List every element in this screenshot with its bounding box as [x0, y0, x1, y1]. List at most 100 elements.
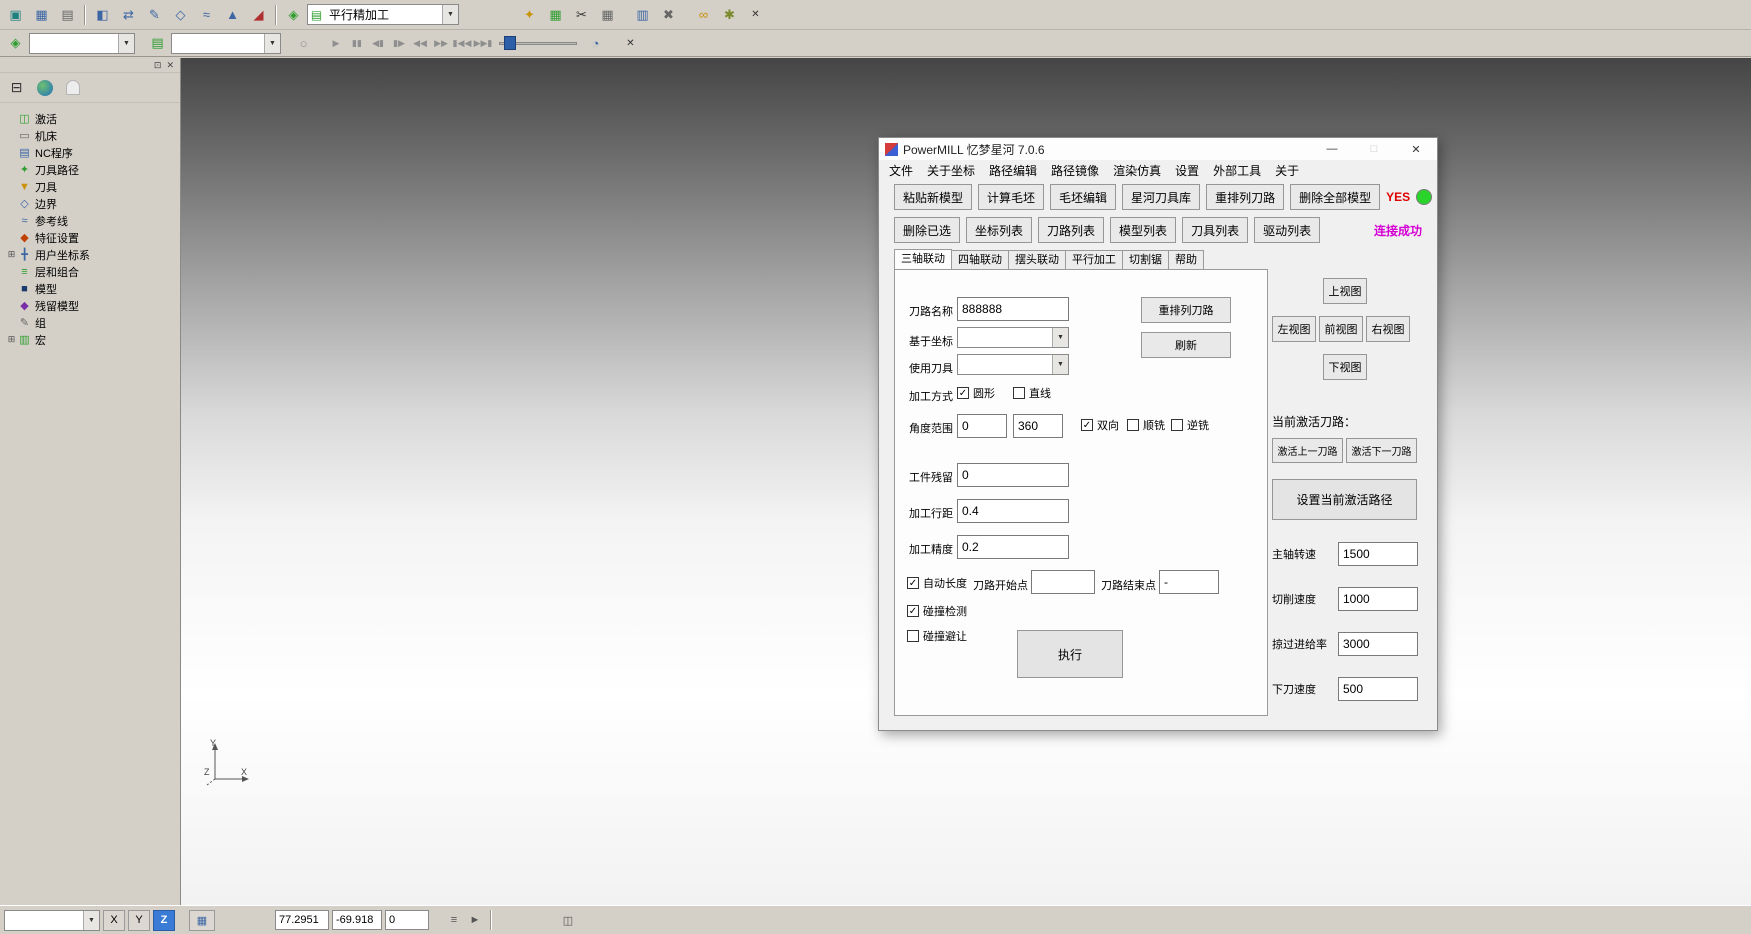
- set-active-path-button[interactable]: 设置当前激活路径: [1272, 479, 1417, 520]
- tab-tilt-head[interactable]: 摆头联动: [1008, 250, 1066, 269]
- close-panel-icon[interactable]: ✕: [166, 61, 174, 70]
- auto-length-checkbox[interactable]: [907, 577, 919, 589]
- delete-all-models-button[interactable]: 删除全部模型: [1290, 184, 1380, 210]
- spindle-speed-input[interactable]: [1338, 542, 1418, 566]
- toolpath-combobox[interactable]: ▼: [29, 33, 135, 54]
- chevron-down-icon[interactable]: ▼: [83, 911, 99, 930]
- refresh-button[interactable]: 刷新: [1141, 332, 1231, 358]
- menu-about-coords[interactable]: 关于坐标: [920, 162, 982, 179]
- toolpath-name-input[interactable]: [957, 297, 1069, 321]
- stock-edit-button[interactable]: 毛坯编辑: [1050, 184, 1116, 210]
- end-point-input[interactable]: [1159, 570, 1219, 594]
- menu-file[interactable]: 文件: [882, 162, 920, 179]
- cube-icon[interactable]: ◧: [90, 3, 115, 26]
- delete-selected-button[interactable]: 删除已选: [894, 217, 960, 243]
- simulation-speed-slider[interactable]: [499, 35, 577, 51]
- go-end-icon[interactable]: ▶▶▮: [473, 32, 493, 55]
- angle-start-input[interactable]: [957, 414, 1007, 438]
- tree-item-nc-program[interactable]: ▤NC程序: [2, 144, 178, 161]
- menu-settings[interactable]: 设置: [1168, 162, 1206, 179]
- activate-next-toolpath-button[interactable]: 激活下一刀路: [1346, 438, 1417, 463]
- tab-saw[interactable]: 切割锯: [1122, 250, 1169, 269]
- tree-item-model[interactable]: ■模型: [2, 280, 178, 297]
- tool-library-button[interactable]: 星河刀具库: [1122, 184, 1200, 210]
- polygon-icon[interactable]: ◇: [168, 3, 193, 26]
- lightbulb-icon[interactable]: ○: [291, 32, 316, 55]
- tree-item-feature-set[interactable]: ◆特征设置: [2, 229, 178, 246]
- chevron-down-icon[interactable]: ▼: [442, 5, 458, 24]
- strategy-diamond-icon[interactable]: ◈: [281, 3, 306, 26]
- model-list-button[interactable]: 模型列表: [1110, 217, 1176, 243]
- clock-icon[interactable]: ◔: [583, 32, 608, 55]
- save-icon[interactable]: ▦: [29, 3, 54, 26]
- bidirectional-checkbox[interactable]: [1081, 419, 1093, 431]
- chevron-down-icon[interactable]: ▼: [1052, 328, 1068, 347]
- coordinate-x-field[interactable]: [275, 910, 329, 930]
- pause-icon[interactable]: ▮▮: [347, 32, 367, 55]
- dialog-titlebar[interactable]: PowerMILL 忆梦星河 7.0.6 — □ ✕: [879, 138, 1437, 160]
- toolpath-diamond-icon[interactable]: ◈: [3, 32, 28, 55]
- skim-feed-input[interactable]: [1338, 632, 1418, 656]
- execute-button[interactable]: 执行: [1017, 630, 1123, 678]
- top-view-button[interactable]: 上视图: [1323, 278, 1367, 304]
- toolbar-close-icon[interactable]: ✕: [618, 32, 643, 55]
- step-back-icon[interactable]: ◀▮: [368, 32, 388, 55]
- grid-snap-icon[interactable]: ▦: [189, 910, 215, 931]
- close-button[interactable]: ✕: [1395, 138, 1437, 160]
- tree-item-activate[interactable]: ◫激活: [2, 110, 178, 127]
- tree-item-machine[interactable]: ▭机床: [2, 127, 178, 144]
- coordinate-y-field[interactable]: [332, 910, 382, 930]
- play-icon[interactable]: ▶: [326, 32, 346, 55]
- cutting-speed-input[interactable]: [1338, 587, 1418, 611]
- toolpath-list-button[interactable]: 刀路列表: [1038, 217, 1104, 243]
- circle-checkbox[interactable]: [957, 387, 969, 399]
- tab-4axis[interactable]: 四轴联动: [951, 250, 1009, 269]
- line-checkbox[interactable]: [1013, 387, 1025, 399]
- tree-item-workplane[interactable]: ⊞╋用户坐标系: [2, 246, 178, 263]
- start-point-input[interactable]: [1031, 570, 1095, 594]
- strategy-combobox[interactable]: ▤ 平行精加工 ▼: [307, 4, 459, 25]
- transform-icon[interactable]: ⇄: [116, 3, 141, 26]
- plunge-speed-input[interactable]: [1338, 677, 1418, 701]
- tool-list-button[interactable]: 刀具列表: [1182, 217, 1248, 243]
- pages-icon[interactable]: ◫: [559, 911, 577, 929]
- climb-checkbox[interactable]: [1127, 419, 1139, 431]
- coord-list-button[interactable]: 坐标列表: [966, 217, 1032, 243]
- menu-render-sim[interactable]: 渲染仿真: [1106, 162, 1168, 179]
- printer-icon[interactable]: ▤: [55, 3, 80, 26]
- fast-forward-icon[interactable]: ▶▶: [431, 32, 451, 55]
- calculator-icon[interactable]: ▦: [595, 3, 620, 26]
- chart-icon[interactable]: ▦: [543, 3, 568, 26]
- menu-about[interactable]: 关于: [1268, 162, 1306, 179]
- tree-item-group[interactable]: ✎组: [2, 314, 178, 331]
- list-icon[interactable]: ≡: [445, 911, 463, 929]
- tree-item-macro[interactable]: ⊞▥宏: [2, 331, 178, 348]
- menu-path-mirror[interactable]: 路径镜像: [1044, 162, 1106, 179]
- left-view-button[interactable]: 左视图: [1272, 316, 1316, 342]
- statusbar-combobox[interactable]: ▼: [4, 910, 100, 931]
- paste-new-model-button[interactable]: 粘贴新模型: [894, 184, 972, 210]
- axis-y-button[interactable]: Y: [128, 910, 150, 931]
- columns-icon[interactable]: ▥: [630, 3, 655, 26]
- chevron-down-icon[interactable]: ▼: [1052, 355, 1068, 374]
- menu-external-tools[interactable]: 外部工具: [1206, 162, 1268, 179]
- tree-item-boundary[interactable]: ◇边界: [2, 195, 178, 212]
- tree-item-levels[interactable]: ≡层和组合: [2, 263, 178, 280]
- tab-parallel[interactable]: 平行加工: [1065, 250, 1123, 269]
- pointer-icon[interactable]: ►: [466, 911, 484, 929]
- new-model-icon[interactable]: ▣: [3, 3, 28, 26]
- curve-icon[interactable]: ≈: [194, 3, 219, 26]
- scissors-icon[interactable]: ✂: [569, 3, 594, 26]
- menu-path-edit[interactable]: 路径编辑: [982, 162, 1044, 179]
- step-forward-icon[interactable]: ▮▶: [389, 32, 409, 55]
- go-start-icon[interactable]: ▮◀◀: [452, 32, 472, 55]
- rewind-icon[interactable]: ◀◀: [410, 32, 430, 55]
- base-coord-select[interactable]: ▼: [957, 327, 1069, 348]
- tree-item-reference-line[interactable]: ≈参考线: [2, 212, 178, 229]
- tolerance-input[interactable]: [957, 535, 1069, 559]
- level-icon[interactable]: ▲: [220, 3, 245, 26]
- tree-item-toolpath[interactable]: ✦刀具路径: [2, 161, 178, 178]
- minimize-button[interactable]: —: [1311, 138, 1353, 160]
- gears-icon[interactable]: ✱: [717, 3, 742, 26]
- tree-view-icon[interactable]: ⊟: [4, 76, 29, 100]
